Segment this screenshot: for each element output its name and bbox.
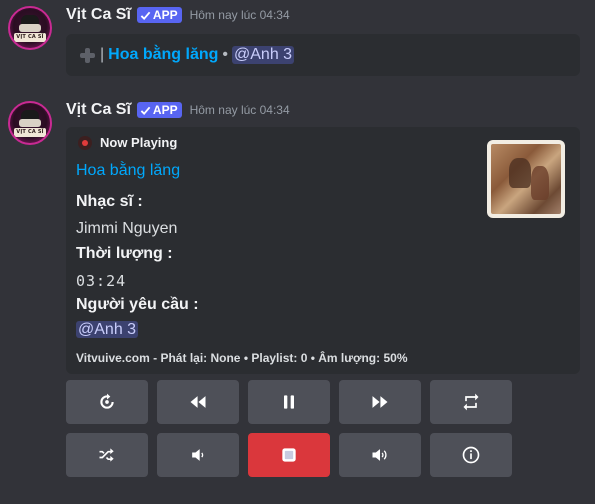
- pause-button[interactable]: [248, 380, 330, 424]
- info-button[interactable]: [430, 433, 512, 477]
- volume-up-icon: [372, 449, 387, 461]
- separator: |: [100, 46, 105, 63]
- field-duration-label: Thời lượng :: [76, 245, 173, 262]
- dot-separator: •: [222, 46, 228, 63]
- record-icon: [78, 135, 92, 150]
- stop-icon: [282, 448, 296, 462]
- now-playing-summary: | Hoa bằng lăng • @Anh 3: [66, 34, 580, 76]
- song-link[interactable]: Hoa bằng lăng: [108, 46, 218, 64]
- stop-button[interactable]: [248, 433, 330, 477]
- app-badge: APP: [136, 7, 182, 23]
- embed-footer: Vitvuive.com - Phát lại: None • Playlist…: [76, 351, 408, 365]
- info-icon: [462, 446, 480, 464]
- embed-author: Now Playing: [78, 135, 177, 150]
- user-mention[interactable]: @Anh 3: [232, 46, 295, 64]
- rewind-icon: [190, 396, 206, 408]
- check-icon: [140, 11, 151, 20]
- fast-forward-button[interactable]: [339, 380, 421, 424]
- fast-forward-icon: [372, 396, 388, 408]
- pause-icon: [284, 395, 294, 409]
- field-composer-value: Jimmi Nguyen: [76, 220, 178, 237]
- field-composer-label: Nhạc sĩ :: [76, 193, 143, 210]
- app-badge: APP: [136, 102, 182, 118]
- shuffle-icon: [99, 448, 114, 462]
- bot-avatar[interactable]: VỊT CA SĨ: [8, 101, 52, 145]
- message-timestamp: Hôm nay lúc 04:34: [189, 8, 290, 22]
- volume-up-button[interactable]: [339, 433, 421, 477]
- check-icon: [140, 106, 151, 115]
- album-thumbnail[interactable]: [487, 140, 565, 218]
- now-playing-embed: Now Playing Hoa bằng lăng Nhạc sĩ : Jimm…: [66, 127, 580, 374]
- embed-author-name: Now Playing: [100, 135, 178, 150]
- shuffle-button[interactable]: [66, 433, 148, 477]
- field-requester-label: Người yêu cầu :: [76, 296, 199, 313]
- plus-icon: [78, 46, 96, 64]
- repeat-button[interactable]: [430, 380, 512, 424]
- field-duration-value: 03:24: [76, 272, 127, 290]
- message-timestamp: Hôm nay lúc 04:34: [189, 103, 290, 117]
- replay-icon: [100, 393, 114, 409]
- volume-down-button[interactable]: [157, 433, 239, 477]
- replay-button[interactable]: [66, 380, 148, 424]
- repeat-icon: [463, 393, 479, 411]
- volume-down-icon: [192, 449, 204, 461]
- bot-avatar[interactable]: VỊT CA SĨ: [8, 6, 52, 50]
- author-name[interactable]: Vịt Ca Sĩ: [66, 101, 131, 119]
- author-name[interactable]: Vịt Ca Sĩ: [66, 6, 131, 24]
- embed-title-link[interactable]: Hoa bằng lăng: [76, 162, 180, 180]
- rewind-button[interactable]: [157, 380, 239, 424]
- requester-mention[interactable]: @Anh 3: [76, 321, 139, 338]
